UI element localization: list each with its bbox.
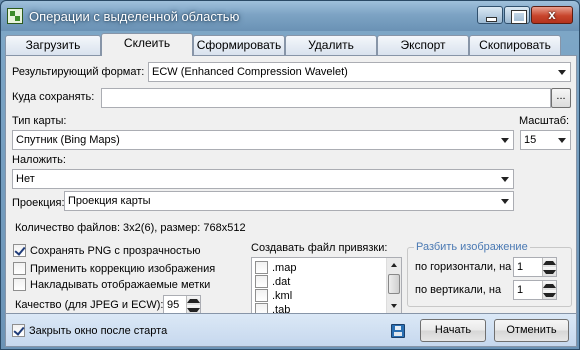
tab-generate[interactable]: Сформировать — [193, 35, 285, 55]
georef-dat-label: .dat — [272, 275, 291, 288]
overlay-select[interactable]: Нет — [12, 169, 514, 189]
georef-dat-checkbox[interactable] — [255, 275, 268, 288]
save-png-alpha-checkbox[interactable] — [13, 244, 26, 257]
spin-up-icon[interactable] — [187, 296, 200, 305]
split-vertical-label: по вертикали, на — [415, 284, 502, 296]
chevron-down-icon[interactable] — [497, 170, 513, 188]
georef-map-checkbox[interactable] — [255, 261, 268, 274]
map-type-select[interactable]: Спутник (Bing Maps) — [12, 130, 514, 150]
overlay-value: Нет — [16, 173, 35, 185]
save-to-label: Куда сохранять: — [12, 91, 95, 103]
georef-label: Создавать файл привязки: — [251, 242, 388, 254]
cancel-button[interactable]: Отменить — [494, 319, 569, 342]
format-label: Результирующий формат: — [12, 66, 145, 78]
tab-copy[interactable]: Скопировать — [469, 35, 561, 55]
image-correction-checkbox[interactable] — [13, 262, 26, 275]
title-bar[interactable]: Операции с выделенной областью x — [1, 1, 579, 31]
split-image-title: Разбить изображение — [414, 241, 530, 253]
quality-spinner[interactable]: 95 — [163, 295, 201, 315]
close-after-start-option[interactable]: Закрыть окно после старта — [12, 324, 167, 337]
scale-value: 15 — [524, 134, 537, 146]
maximize-icon[interactable] — [504, 6, 530, 24]
dialog-window: Операции с выделенной областью x Загрузи… — [0, 0, 580, 350]
stitch-panel: Результирующий формат: ECW (Enhanced Com… — [5, 55, 577, 315]
projection-value: Проекция карты — [68, 195, 151, 207]
overlay-marks-label: Накладывать отображаемые метки — [30, 278, 211, 291]
save-png-alpha-option[interactable]: Сохранять PNG с прозрачностью — [13, 244, 201, 257]
scroll-down-icon[interactable] — [387, 300, 401, 312]
georef-list[interactable]: .map .dat .kml .tab — [251, 257, 402, 314]
spin-up-icon[interactable] — [543, 258, 556, 267]
window-controls: x — [477, 6, 573, 24]
split-vertical-value: 1 — [517, 284, 524, 296]
list-item[interactable]: .map — [255, 261, 296, 274]
footer-bar: Закрыть окно после старта Начать Отменит… — [5, 313, 577, 347]
chevron-down-icon[interactable] — [497, 131, 513, 149]
spin-down-icon[interactable] — [543, 267, 556, 276]
split-vertical-spinner[interactable]: 1 — [513, 280, 557, 300]
format-value: ECW (Enhanced Compression Wavelet) — [152, 66, 348, 78]
save-path-input[interactable] — [101, 88, 551, 108]
tab-stitch[interactable]: Склеить — [101, 33, 193, 56]
quality-value: 95 — [167, 299, 180, 311]
format-select[interactable]: ECW (Enhanced Compression Wavelet) — [148, 62, 571, 82]
list-item[interactable]: .kml — [255, 289, 292, 302]
scale-label: Масштаб: — [519, 115, 570, 127]
image-correction-option[interactable]: Применить коррекцию изображения — [13, 262, 215, 275]
file-count-info: Количество файлов: 3x2(6), размер: 768x5… — [15, 222, 246, 234]
scroll-thumb[interactable] — [388, 274, 400, 294]
tab-load[interactable]: Загрузить — [5, 35, 101, 55]
split-horizontal-value: 1 — [517, 261, 524, 273]
map-type-value: Спутник (Bing Maps) — [16, 134, 120, 146]
tab-export[interactable]: Экспорт — [377, 35, 469, 55]
quality-label: Качество (для JPEG и ECW): — [15, 299, 164, 311]
close-icon: x — [548, 7, 556, 22]
tab-bar: Загрузить Склеить Сформировать Удалить Э… — [5, 33, 577, 56]
scale-select[interactable]: 15 — [520, 130, 571, 150]
spin-down-icon[interactable] — [543, 290, 556, 299]
chevron-down-icon[interactable] — [497, 192, 513, 210]
list-item[interactable]: .dat — [255, 275, 290, 288]
close-after-start-label: Закрыть окно после старта — [29, 324, 168, 337]
overlay-marks-option[interactable]: Накладывать отображаемые метки — [13, 278, 210, 291]
save-png-alpha-label: Сохранять PNG с прозрачностью — [30, 244, 201, 257]
georef-kml-label: .kml — [272, 289, 293, 302]
app-icon — [7, 8, 23, 24]
split-horizontal-spinner[interactable]: 1 — [513, 257, 557, 277]
tab-delete[interactable]: Удалить — [285, 35, 377, 55]
overlay-label: Наложить: — [12, 154, 66, 166]
projection-select[interactable]: Проекция карты — [64, 191, 514, 211]
close-after-start-checkbox[interactable] — [12, 324, 25, 337]
save-icon[interactable] — [391, 324, 405, 338]
split-horizontal-label: по горизонтали, на — [415, 261, 512, 273]
georef-scrollbar[interactable] — [386, 258, 401, 313]
georef-map-label: .map — [272, 261, 297, 274]
spin-up-icon[interactable] — [543, 281, 556, 290]
start-button[interactable]: Начать — [420, 319, 486, 342]
scroll-up-icon[interactable] — [387, 259, 401, 271]
image-correction-label: Применить коррекцию изображения — [30, 262, 216, 275]
projection-label: Проекция: — [12, 197, 65, 209]
georef-kml-checkbox[interactable] — [255, 289, 268, 302]
browse-button[interactable]: ... — [551, 88, 571, 108]
map-type-label: Тип карты: — [12, 115, 67, 127]
chevron-down-icon[interactable] — [554, 131, 570, 149]
close-button[interactable]: x — [531, 6, 573, 24]
minimize-icon[interactable] — [477, 6, 503, 24]
overlay-marks-checkbox[interactable] — [13, 278, 26, 291]
chevron-down-icon[interactable] — [554, 63, 570, 81]
window-title: Операции с выделенной областью — [29, 9, 240, 24]
